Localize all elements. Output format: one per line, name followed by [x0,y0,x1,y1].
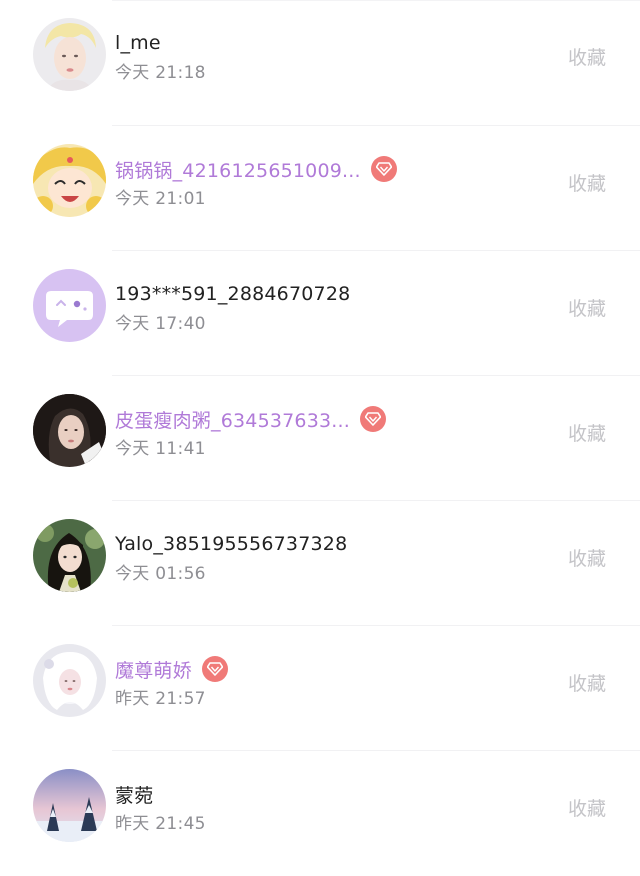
avatar[interactable] [33,18,106,91]
favorite-button[interactable]: 收藏 [568,43,606,70]
message-time: 昨天 21:45 [115,814,206,834]
list-item[interactable]: l_me 今天 21:18 收藏 [0,0,640,126]
avatar[interactable] [33,519,106,592]
list-item[interactable]: Yalo_385195556737328 今天 01:56 收藏 [0,501,640,626]
vip-diamond-icon [201,656,228,682]
message-time: 今天 21:01 [115,189,206,209]
contact-name: 193***591_2884670728 [115,283,351,305]
contact-name: Yalo_385195556737328 [115,533,348,555]
favorite-button[interactable]: 收藏 [568,169,606,196]
conversation-list: l_me 今天 21:18 收藏 锅锅锅_4216125651009... 今天… [0,0,640,876]
vip-diamond-icon [370,156,397,182]
avatar[interactable] [33,144,106,217]
list-item[interactable]: 皮蛋瘦肉粥_634537633... 今天 11:41 收藏 [0,376,640,501]
avatar[interactable] [33,269,106,342]
avatar[interactable] [33,644,106,717]
contact-name: 魔尊萌娇 [115,659,192,682]
list-item[interactable]: 魔尊萌娇 昨天 21:57 收藏 [0,626,640,751]
contact-name: 蒙菀 [115,784,154,807]
message-time: 昨天 21:57 [115,689,206,709]
contact-name: 锅锅锅_4216125651009... [115,159,361,182]
divider [112,0,640,1]
contact-name: 皮蛋瘦肉粥_634537633... [115,409,351,432]
favorite-button[interactable]: 收藏 [568,294,606,321]
favorite-button[interactable]: 收藏 [568,419,606,446]
contact-name: l_me [115,32,161,54]
list-item[interactable]: 193***591_2884670728 今天 17:40 收藏 [0,251,640,376]
avatar[interactable] [33,769,106,842]
avatar[interactable] [33,394,106,467]
list-item[interactable]: 锅锅锅_4216125651009... 今天 21:01 收藏 [0,126,640,251]
favorite-button[interactable]: 收藏 [568,544,606,571]
message-time: 今天 11:41 [115,439,206,459]
favorite-button[interactable]: 收藏 [568,669,606,696]
message-time: 今天 01:56 [115,564,206,584]
list-item[interactable]: 蒙菀 昨天 21:45 收藏 [0,751,640,876]
vip-diamond-icon [360,406,387,432]
favorite-button[interactable]: 收藏 [568,794,606,821]
message-time: 今天 21:18 [115,63,206,83]
message-time: 今天 17:40 [115,314,206,334]
